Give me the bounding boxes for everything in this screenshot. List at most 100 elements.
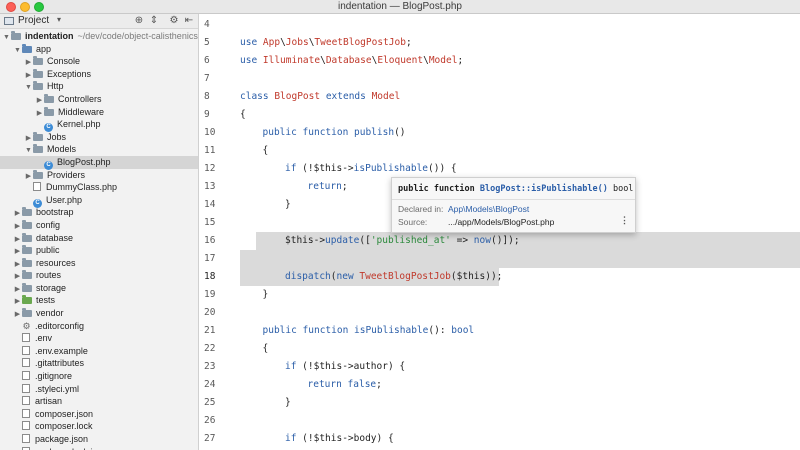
code-line[interactable]: use App\Jobs\TweetBlogPostJob; — [240, 34, 412, 52]
tree-item[interactable]: C BlogPost.php — [0, 155, 198, 170]
line-number: 27 — [204, 433, 216, 444]
tree-item[interactable]: package-lock.json — [0, 446, 198, 450]
config-file-icon: ⚙ — [22, 320, 31, 331]
more-options-icon[interactable]: ⋮ — [620, 215, 629, 226]
signature-return-type: bool — [612, 184, 634, 194]
code-line[interactable]: } — [285, 394, 291, 412]
code-line[interactable]: use Illuminate\Database\Eloquent\Model; — [240, 52, 463, 70]
line-number: 10 — [204, 127, 216, 138]
gear-icon[interactable]: ⚙ — [168, 15, 180, 26]
code-line[interactable]: if (!$this->body) { — [285, 430, 394, 448]
tree-item[interactable]: ▶ config — [0, 219, 198, 232]
tree-item[interactable]: ▶ routes — [0, 269, 198, 282]
tree-item[interactable]: .env — [0, 332, 198, 345]
tree-item[interactable]: .env.example — [0, 345, 198, 358]
line-number: 9 — [204, 109, 210, 120]
folder-icon — [22, 282, 32, 292]
project-view-selector[interactable]: Project — [18, 15, 49, 26]
code-line[interactable]: $this->update(['published_at' => now()])… — [285, 232, 520, 250]
code-line[interactable]: { — [263, 340, 269, 358]
tree-item[interactable]: ▶ bootstrap — [0, 206, 198, 219]
tree-item[interactable]: composer.lock — [0, 420, 198, 433]
tree-item[interactable]: ▶ resources — [0, 257, 198, 270]
file-icon — [22, 434, 30, 443]
tree-item[interactable]: ▶ Console — [0, 55, 198, 68]
tree-item[interactable]: artisan — [0, 395, 198, 408]
code-token: (!$this-> — [302, 163, 354, 174]
code-token: if — [285, 163, 303, 174]
hide-panel-icon[interactable]: ⇤ — [183, 15, 195, 26]
signature-keyword: public function — [398, 184, 475, 194]
folder-icon — [33, 81, 43, 91]
tree-item-label: package.json — [35, 434, 89, 444]
code-line[interactable]: public function publish() — [263, 124, 406, 142]
code-line[interactable]: class BlogPost extends Model — [240, 88, 400, 106]
tree-item[interactable]: ▼ app — [0, 43, 198, 56]
tree-item[interactable]: ▶ Providers — [0, 169, 198, 182]
method-signature: public function BlogPost::isPublishable(… — [398, 184, 633, 194]
tree-item[interactable]: ▶ storage — [0, 282, 198, 295]
line-number: 25 — [204, 397, 216, 408]
file-icon — [22, 345, 30, 355]
code-line[interactable]: return false; — [308, 376, 382, 394]
locate-target-icon[interactable]: ⊕ — [133, 15, 145, 26]
tree-item[interactable]: ▶ public — [0, 244, 198, 257]
file-icon — [22, 358, 30, 368]
tree-item[interactable]: .gitattributes — [0, 357, 198, 370]
project-panel-header: Project ▾ ⊕ ⇕ ⚙ ⇤ — [0, 14, 198, 29]
tree-item[interactable]: .gitignore — [0, 370, 198, 383]
line-number: 26 — [204, 415, 216, 426]
code-line[interactable]: public function isPublishable(): bool — [263, 322, 475, 340]
tree-item[interactable]: ▼ Http — [0, 80, 198, 93]
code-line[interactable]: dispatch(new TweetBlogPostJob($this)); — [285, 268, 502, 286]
tree-item[interactable]: C Kernel.php — [0, 118, 198, 133]
tree-item[interactable]: package.json — [0, 433, 198, 446]
tree-item-label: indentation — [25, 31, 74, 41]
tree-item[interactable]: ▶ Controllers — [0, 93, 198, 106]
code-token: update — [325, 235, 360, 246]
code-line[interactable]: } — [285, 196, 291, 214]
signature-method-link[interactable]: BlogPost::isPublishable() — [480, 184, 608, 194]
source-folder-icon — [22, 43, 32, 53]
tree-item[interactable]: ▶ Middleware — [0, 106, 198, 119]
tree-item[interactable]: ▶ Exceptions — [0, 68, 198, 81]
tree-item[interactable]: ▶ Jobs — [0, 131, 198, 144]
chevron-down-icon[interactable]: ▾ — [57, 15, 61, 24]
code-token: (): — [428, 325, 452, 336]
code-token: ()]); — [490, 235, 520, 246]
tree-item-label: tests — [36, 295, 56, 306]
code-line[interactable]: { — [240, 106, 246, 124]
code-token: isPublishable — [353, 163, 429, 174]
tree-item[interactable]: ▶ database — [0, 232, 198, 245]
tree-item[interactable]: DummyClass.php — [0, 181, 198, 194]
tree-item[interactable]: ▶ tests — [0, 294, 198, 307]
declared-in-link[interactable]: App\Models\BlogPost — [448, 204, 529, 214]
code-line[interactable]: { — [263, 142, 269, 160]
code-line[interactable]: } — [263, 286, 269, 304]
tree-item[interactable]: ⚙ .editorconfig — [0, 320, 198, 333]
folder-icon — [33, 144, 43, 154]
collapse-all-icon[interactable]: ⇕ — [148, 15, 160, 26]
code-token: extends — [325, 91, 372, 102]
tree-item[interactable]: ▶ vendor — [0, 307, 198, 320]
code-line[interactable]: if (!$this->author) { — [285, 358, 405, 376]
line-number: 24 — [204, 379, 216, 390]
code-token: } — [262, 289, 269, 300]
tree-item[interactable]: C User.php — [0, 194, 198, 208]
code-token: ()) { — [428, 163, 457, 174]
file-icon — [22, 446, 30, 450]
tree-item[interactable]: .styleci.yml — [0, 383, 198, 396]
tree-item[interactable]: ▼ Models — [0, 143, 198, 156]
line-number: 4 — [204, 19, 210, 30]
code-token: TweetBlogPostJob — [359, 271, 451, 282]
tree-item[interactable]: composer.json — [0, 408, 198, 421]
line-number: 14 — [204, 199, 216, 210]
tree-item-label: routes — [36, 270, 62, 281]
tree-item-label: .env — [35, 333, 53, 344]
tree-item-label: Middleware — [58, 106, 105, 117]
tree-item[interactable]: ▼ indentation ~/dev/code/object-calistheni… — [0, 30, 198, 43]
tree-item-label: resources — [36, 257, 76, 268]
code-line[interactable]: if (!$this->isPublishable()) { — [285, 160, 457, 178]
code-line[interactable]: return; — [308, 178, 348, 196]
code-token: } — [285, 397, 291, 408]
